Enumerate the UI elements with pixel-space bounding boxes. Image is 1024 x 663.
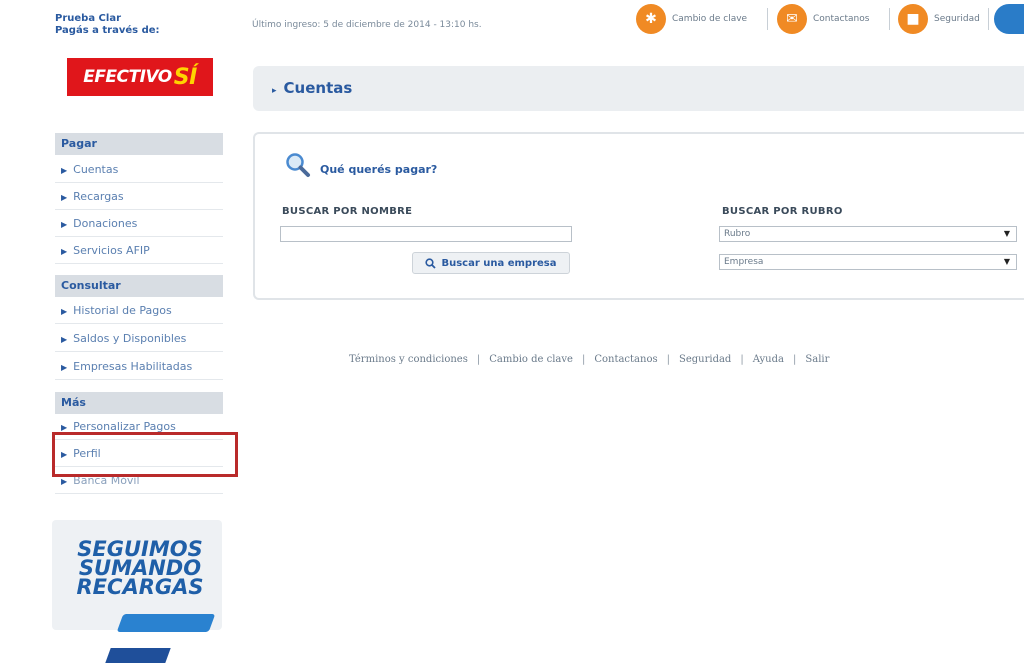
bottom-logo-graphic	[105, 648, 171, 663]
search-icon	[425, 257, 437, 269]
page-title: ▸ Cuentas	[272, 66, 352, 111]
bullet-icon: ▶	[61, 166, 68, 175]
bullet-icon: ▶	[61, 363, 68, 372]
bullet-icon: ▶	[61, 423, 68, 432]
search-by-name-label: BUSCAR POR NOMBRE	[282, 206, 413, 217]
magnifier-icon	[286, 153, 310, 177]
bullet-icon: ▸	[272, 86, 277, 96]
bullet-icon: ▶	[61, 335, 68, 344]
last-login-text: Último ingreso: 5 de diciembre de 2014 -…	[252, 20, 482, 30]
divider	[988, 8, 989, 30]
sidebar-item-label: Cuentas	[73, 163, 119, 176]
section-mas: Más	[55, 392, 223, 414]
sidebar-item-label: Servicios AFIP	[73, 244, 150, 257]
bullet-icon: ▶	[61, 220, 68, 229]
key-icon: ✱	[636, 4, 666, 34]
promo-banner-text: SEGUIMOS SUMANDO RECARGAS	[60, 539, 220, 599]
sidebar-item-label: Empresas Habilitadas	[73, 360, 193, 373]
footer-links: Términos y condiciones | Cambio de clave | C…	[349, 354, 829, 365]
help-icon[interactable]	[994, 4, 1024, 34]
promo-text: Prueba Clar Pagás a través de:	[55, 13, 160, 37]
sidebar-item-cuentas[interactable]: ▶ Cuentas	[55, 157, 223, 183]
top-link-label: Contactanos	[813, 14, 870, 24]
sidebar-item-label: Saldos y Disponibles	[73, 332, 187, 345]
bullet-icon: ▶	[61, 477, 68, 486]
footer-link-terminos[interactable]: Términos y condiciones	[349, 354, 468, 365]
rubro-select[interactable]: Rubro ▼	[719, 226, 1017, 242]
bullet-icon: ▶	[61, 247, 68, 256]
footer-link-cambio-clave[interactable]: Cambio de clave	[489, 354, 573, 365]
footer-link-ayuda[interactable]: Ayuda	[753, 354, 784, 365]
bullet-icon: ▶	[61, 193, 68, 202]
divider: |	[740, 354, 744, 365]
footer-link-contactanos[interactable]: Contactanos	[594, 354, 657, 365]
promo-line-2: Pagás a través de:	[55, 25, 160, 36]
dropdown-arrow-icon: ▼	[1003, 229, 1010, 238]
footer-link-salir[interactable]: Salir	[805, 354, 829, 365]
search-button-label: Buscar una empresa	[441, 257, 557, 269]
page-title-text: Cuentas	[283, 79, 353, 97]
sidebar-item-recargas[interactable]: ▶ Recargas	[55, 184, 223, 210]
empresa-select-value: Empresa	[724, 257, 764, 267]
divider: |	[793, 354, 797, 365]
efectivo-si-logo[interactable]: EFECTIVO SÍ	[67, 58, 213, 96]
top-link-label: Seguridad	[934, 14, 980, 24]
mail-icon: ✉	[777, 4, 807, 34]
divider	[889, 8, 890, 30]
section-consultar: Consultar	[55, 275, 223, 297]
highlight-annotation	[52, 432, 238, 477]
sidebar-item-empresas[interactable]: ▶ Empresas Habilitadas	[55, 354, 223, 380]
search-by-category-label: BUSCAR POR RUBRO	[722, 206, 843, 217]
sidebar-item-label: Donaciones	[73, 217, 138, 230]
bullet-icon: ▶	[61, 307, 68, 316]
top-link-cambio-clave[interactable]: ✱ Cambio de clave	[636, 4, 748, 34]
search-question: Qué querés pagar?	[320, 163, 438, 176]
empresa-select[interactable]: Empresa ▼	[719, 254, 1017, 270]
sidebar-item-label: Historial de Pagos	[73, 304, 172, 317]
top-link-label: Cambio de clave	[672, 14, 748, 24]
sidebar-item-label: Recargas	[73, 190, 124, 203]
divider: |	[666, 354, 670, 365]
last-login-info: Último ingreso: 5 de diciembre de 2014 -…	[252, 6, 482, 32]
promo-line-1: Prueba Clar	[55, 13, 121, 24]
divider	[767, 8, 768, 30]
page-header-bar	[253, 66, 1024, 111]
divider: |	[476, 354, 481, 365]
lock-icon: ■	[898, 4, 928, 34]
search-by-name-input[interactable]	[280, 226, 572, 242]
sidebar-item-historial[interactable]: ▶ Historial de Pagos	[55, 298, 223, 324]
sidebar-item-saldos[interactable]: ▶ Saldos y Disponibles	[55, 326, 223, 352]
top-link-contactanos[interactable]: ✉ Contactanos	[777, 4, 870, 34]
dropdown-arrow-icon: ▼	[1003, 257, 1010, 266]
sidebar-item-donaciones[interactable]: ▶ Donaciones	[55, 211, 223, 237]
top-link-seguridad[interactable]: ■ Seguridad	[898, 4, 980, 34]
divider: |	[581, 354, 586, 365]
footer-link-seguridad[interactable]: Seguridad	[679, 354, 731, 365]
efectivo-logo-si: SÍ	[173, 64, 198, 90]
banner-card-graphic	[116, 614, 216, 632]
sidebar-item-servicios-afip[interactable]: ▶ Servicios AFIP	[55, 238, 223, 264]
section-pagar: Pagar	[55, 133, 223, 155]
banner-line-3: RECARGAS	[76, 575, 204, 599]
search-company-button[interactable]: Buscar una empresa	[412, 252, 570, 274]
rubro-select-value: Rubro	[724, 229, 751, 239]
efectivo-logo-text: EFECTIVO	[83, 67, 172, 87]
